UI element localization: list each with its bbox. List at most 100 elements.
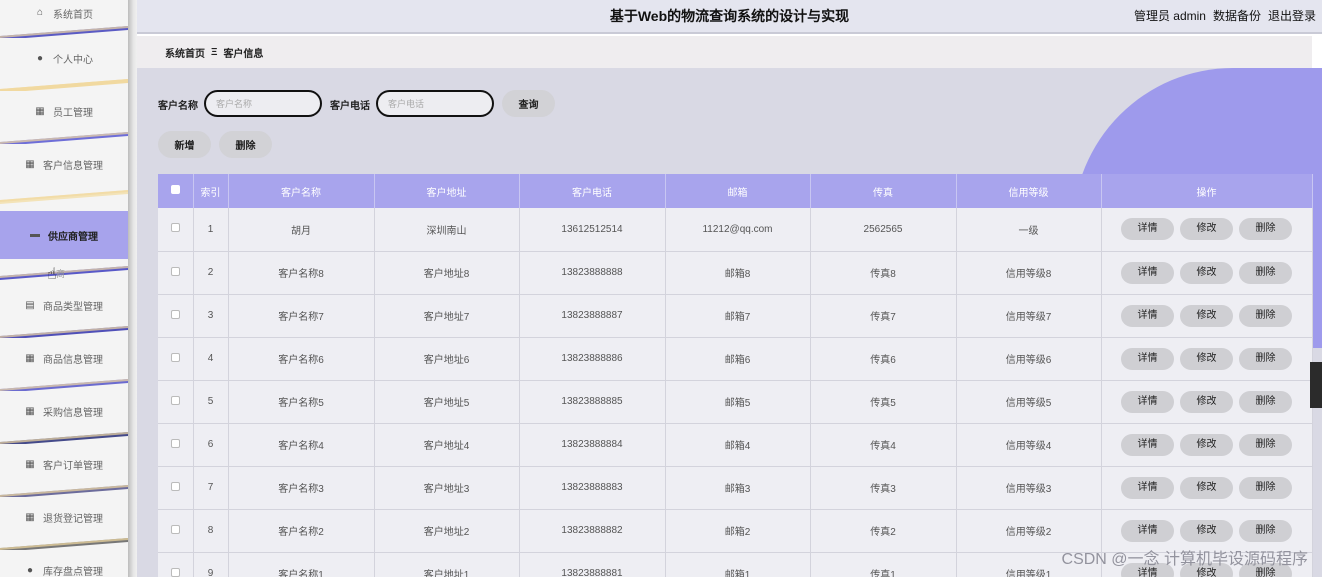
sidebar-item-2[interactable]: ▦ 员工管理 [0,91,128,132]
customer-phone-input[interactable]: 客户电话 [376,90,494,117]
cell-name: 客户名称5 [228,380,375,424]
cell-email: 邮箱5 [665,380,811,424]
edit-button[interactable]: 修改 [1180,218,1233,241]
breadcrumb-home[interactable]: 系统首页 [165,45,205,60]
cell-address: 客户地址6 [374,337,520,381]
cell-name: 客户名称8 [228,251,375,295]
cell-actions: 详情 修改 删除 [1101,423,1313,467]
row-checkbox[interactable] [158,552,194,577]
row-checkbox[interactable] [158,466,194,510]
cell-address: 客户地址3 [374,466,520,510]
cell-index: 4 [193,337,229,381]
sidebar-item-9[interactable]: ▦ 退货登记管理 [0,497,128,538]
sidebar-subitem[interactable]: 商 [0,259,128,287]
side-collapse-tab[interactable] [1310,362,1322,408]
clipboard-icon: ▤ [25,299,35,311]
cell-fax: 传真4 [810,423,957,467]
cell-phone: 13823888886 [519,337,666,381]
row-delete-button[interactable]: 删除 [1239,304,1292,327]
row-delete-button[interactable]: 删除 [1239,390,1292,413]
sidebar-item-7[interactable]: ▦ 采购信息管理 [0,391,128,432]
select-all-checkbox[interactable] [158,174,194,208]
main-content: 客户名称 客户名称 客户电话 客户电话 查询 新增 删除 索引 客户名称 客户地… [137,68,1322,577]
sidebar-item-6[interactable]: ▦ 商品信息管理 [0,338,128,379]
edit-button[interactable]: 修改 [1180,519,1233,542]
cell-phone: 13823888881 [519,552,666,577]
sidebar-item-4[interactable]: ▬ 供应商管理 [0,211,128,259]
row-checkbox[interactable] [158,509,194,553]
sidebar-item-1[interactable]: ● 个人中心 [0,38,128,79]
edit-button[interactable]: 修改 [1180,390,1233,413]
row-checkbox[interactable] [158,294,194,338]
row-checkbox[interactable] [158,423,194,467]
cell-address: 客户地址4 [374,423,520,467]
row-checkbox[interactable] [158,208,194,252]
edit-button[interactable]: 修改 [1180,347,1233,370]
cell-credit: 信用等级4 [956,423,1102,467]
cell-phone: 13823888882 [519,509,666,553]
row-delete-button[interactable]: 删除 [1239,347,1292,370]
person-icon: ● [36,52,44,64]
table-row: 4 客户名称6 客户地址6 13823888886 邮箱6 传真6 信用等级6 详情 修改 删除 [158,337,1313,381]
customer-name-input[interactable]: 客户名称 [204,90,322,117]
edit-button[interactable]: 修改 [1180,476,1233,499]
edit-button[interactable]: 修改 [1180,261,1233,284]
cell-email: 邮箱2 [665,509,811,553]
col-header-index: 索引 [193,174,229,208]
row-checkbox[interactable] [158,337,194,381]
cell-fax: 传真8 [810,251,957,295]
watermark: CSDN @一念 计算机毕设源码程序 [1061,551,1308,568]
sidebar-item-8[interactable]: ▦ 客户订单管理 [0,444,128,485]
sidebar-item-label: 库存盘点管理 [43,567,103,577]
sidebar-item-10[interactable]: ● 库存盘点管理 [0,550,128,577]
table-row: 7 客户名称3 客户地址3 13823888883 邮箱3 传真3 信用等级3 详情 修改 删除 [158,466,1313,510]
detail-button[interactable]: 详情 [1121,304,1174,327]
edit-button[interactable]: 修改 [1180,304,1233,327]
detail-button[interactable]: 详情 [1121,476,1174,499]
detail-button[interactable]: 详情 [1121,347,1174,370]
cell-actions: 详情 修改 删除 [1101,380,1313,424]
sidebar-item-label: 商品信息管理 [43,355,103,366]
row-delete-button[interactable]: 删除 [1239,218,1292,241]
cell-actions: 详情 修改 删除 [1101,294,1313,338]
cell-fax: 传真3 [810,466,957,510]
top-header: 基于Web的物流查询系统的设计与实现 管理员 admin 数据备份 退出登录 [137,0,1322,34]
cell-email: 邮箱1 [665,552,811,577]
cell-name: 客户名称7 [228,294,375,338]
breadcrumb-separator-icon: Ξ [211,46,218,58]
detail-button[interactable]: 详情 [1121,390,1174,413]
sidebar-item-3[interactable]: ▦ 客户信息管理 [0,144,128,185]
detail-button[interactable]: 详情 [1121,261,1174,284]
row-checkbox[interactable] [158,380,194,424]
sidebar-stripe [0,190,128,204]
add-button[interactable]: 新增 [158,131,211,158]
cell-fax: 传真2 [810,509,957,553]
row-delete-button[interactable]: 删除 [1239,476,1292,499]
delete-button[interactable]: 删除 [219,131,272,158]
detail-button[interactable]: 详情 [1121,218,1174,241]
sidebar-divider [128,0,137,577]
cell-index: 1 [193,208,229,252]
cell-name: 客户名称1 [228,552,375,577]
cell-index: 3 [193,294,229,338]
table-row: 6 客户名称4 客户地址4 13823888884 邮箱4 传真4 信用等级4 详情 修改 删除 [158,423,1313,467]
detail-button[interactable]: 详情 [1121,519,1174,542]
row-checkbox[interactable] [158,251,194,295]
edit-button[interactable]: 修改 [1180,433,1233,456]
row-delete-button[interactable]: 删除 [1239,519,1292,542]
detail-button[interactable]: 详情 [1121,433,1174,456]
col-header-email: 邮箱 [665,174,811,208]
cell-phone: 13823888883 [519,466,666,510]
query-button[interactable]: 查询 [502,90,555,117]
row-delete-button[interactable]: 删除 [1239,433,1292,456]
data-backup-link[interactable]: 数据备份 [1213,7,1261,24]
sidebar-item-5[interactable]: ▤ 商品类型管理 [0,285,128,326]
sidebar-item-label: 员工管理 [53,108,93,119]
logout-link[interactable]: 退出登录 [1268,7,1316,24]
cell-actions: 详情 修改 删除 [1101,466,1313,510]
table-row: 2 客户名称8 客户地址8 13823888888 邮箱8 传真8 信用等级8 详情 修改 删除 [158,251,1313,295]
row-delete-button[interactable]: 删除 [1239,261,1292,284]
grid-icon: ▦ [35,105,45,117]
sidebar-item-0[interactable]: ⌂ 系统首页 [0,0,128,26]
cell-phone: 13823888885 [519,380,666,424]
